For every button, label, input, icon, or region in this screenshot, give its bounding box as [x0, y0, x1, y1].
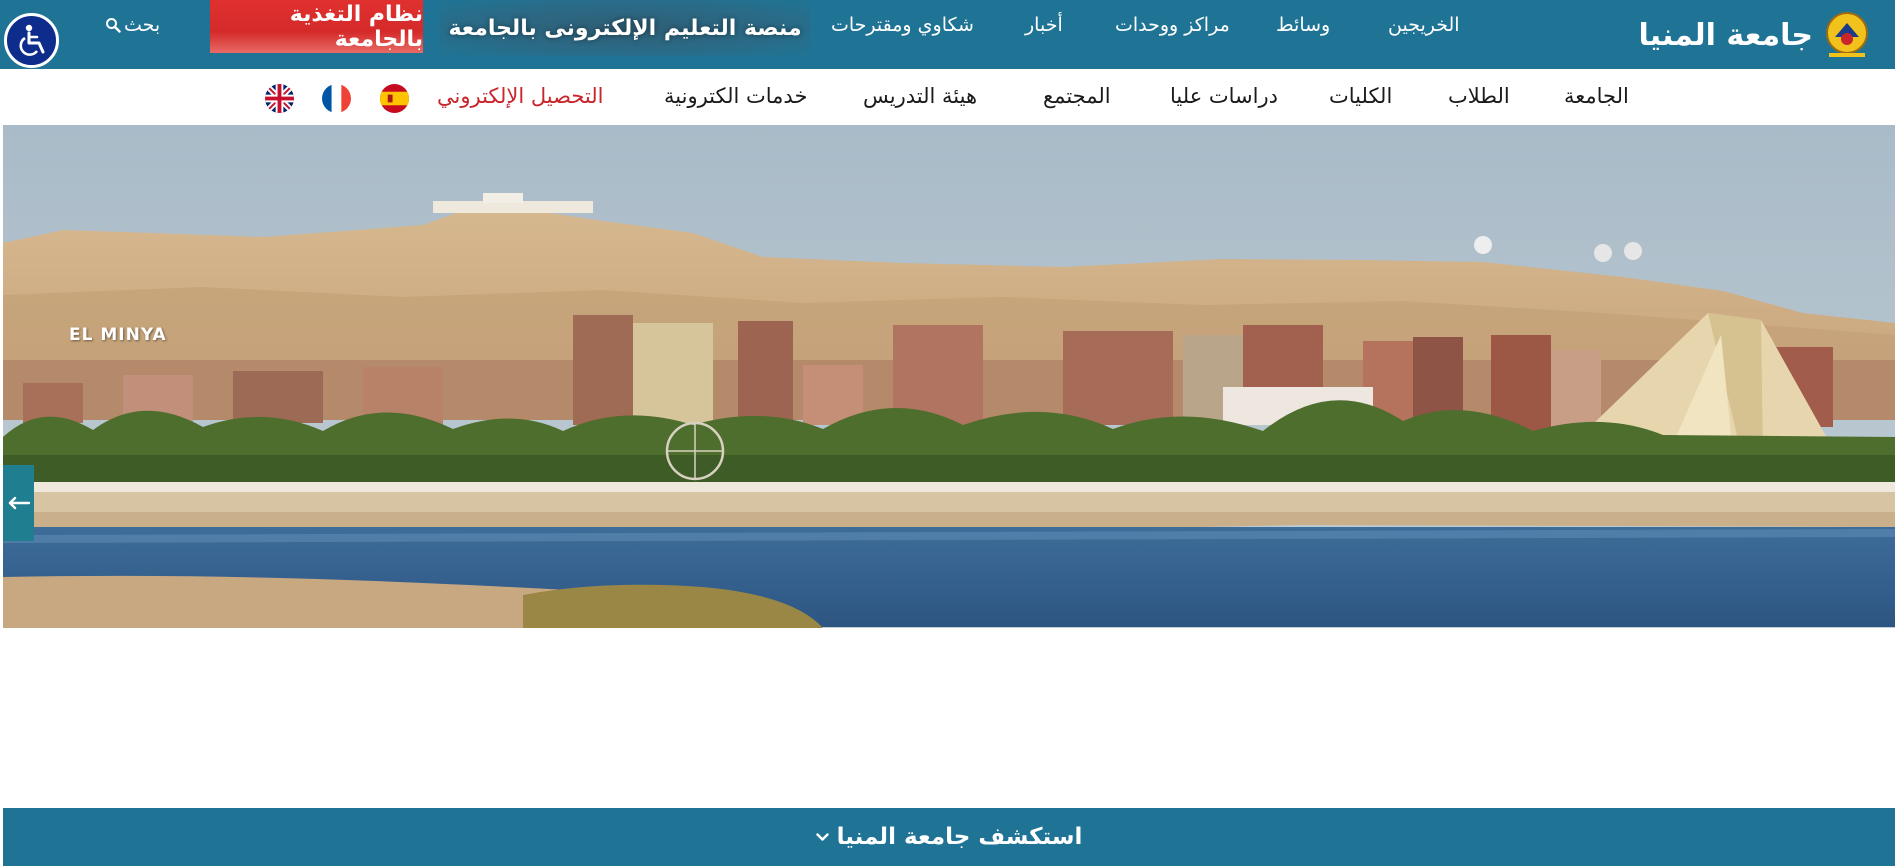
search-link[interactable]: بحث — [105, 14, 160, 36]
accessibility-button[interactable] — [4, 13, 59, 68]
main-navigation: الجامعة الطلاب الكليات دراسات عليا المجت… — [0, 69, 1895, 125]
mainnav-postgrad[interactable]: دراسات عليا — [1170, 84, 1278, 108]
top-bar: جامعة المنيا الخريجين وسائط مراكز ووحدات… — [0, 0, 1895, 69]
nav-media[interactable]: وسائط — [1276, 14, 1330, 36]
feeding-system-button[interactable]: نظام التغذية بالجامعة — [210, 0, 423, 53]
elearning-label: منصة التعليم الإلكترونى بالجامعة — [448, 15, 802, 41]
mainnav-colleges[interactable]: الكليات — [1329, 84, 1392, 108]
mainnav-staff[interactable]: هيئة التدريس — [863, 84, 977, 108]
nav-graduates[interactable]: الخريجين — [1388, 14, 1460, 36]
french-flag-icon[interactable] — [322, 84, 351, 113]
nav-complaints[interactable]: شكاوي ومقترحات — [831, 14, 974, 36]
nav-news[interactable]: أخبار — [1025, 14, 1063, 36]
mainnav-eservices[interactable]: خدمات الكترونية — [664, 84, 807, 108]
mainnav-university[interactable]: الجامعة — [1564, 84, 1629, 108]
explore-university-button[interactable]: استكشف جامعة المنيا — [3, 808, 1895, 866]
explore-label: استكشف جامعة المنيا — [836, 824, 1083, 850]
search-label: بحث — [124, 14, 161, 36]
brand-title[interactable]: جامعة المنيا — [1639, 18, 1813, 53]
brand[interactable]: جامعة المنيا — [1639, 5, 1873, 65]
feeding-label: نظام التغذية بالجامعة — [289, 1, 423, 52]
chevron-down-icon — [815, 832, 829, 841]
arrow-left-icon — [8, 496, 30, 510]
mainnav-community[interactable]: المجتمع — [1043, 84, 1111, 108]
hero-image — [3, 125, 1895, 758]
english-flag-icon[interactable] — [265, 84, 294, 113]
spanish-flag-icon[interactable] — [380, 84, 409, 113]
hero-banner: EL MINYA — [3, 125, 1895, 758]
elearning-platform-link[interactable]: منصة التعليم الإلكترونى بالجامعة — [440, 0, 810, 56]
mainnav-epayment[interactable]: التحصيل الإلكتروني — [437, 84, 603, 108]
hero-caption: EL MINYA — [69, 325, 167, 345]
wheelchair-icon — [19, 24, 44, 56]
search-icon — [106, 18, 121, 33]
side-panel-toggle[interactable] — [3, 465, 34, 541]
mainnav-students[interactable]: الطلاب — [1448, 84, 1510, 108]
nav-centers[interactable]: مراكز ووحدات — [1115, 14, 1230, 36]
university-logo-icon[interactable] — [1821, 9, 1873, 61]
